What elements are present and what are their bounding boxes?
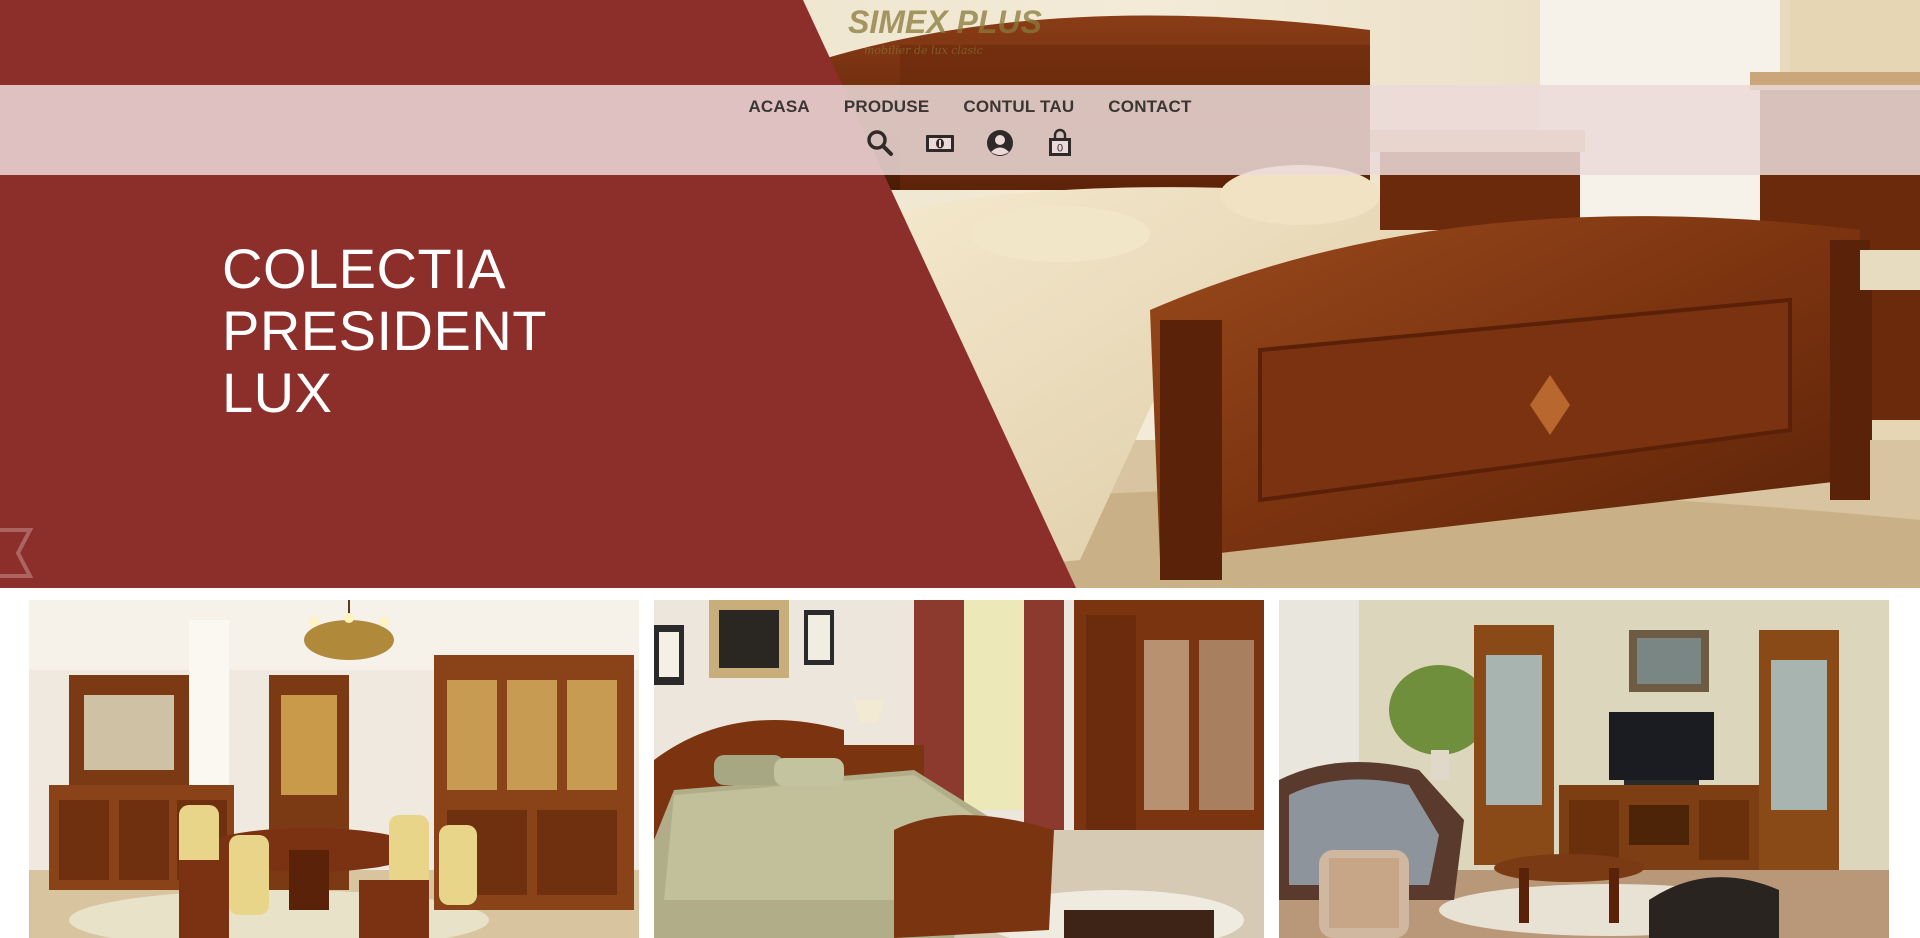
- nav-link-contul-tau[interactable]: CONTUL TAU: [963, 97, 1074, 117]
- hero-banner: SIMEX PLUS mobilier de lux clasic ACASA …: [0, 0, 1920, 588]
- brand-tagline: mobilier de lux clasic: [864, 44, 983, 57]
- tile-living-room[interactable]: [1279, 600, 1889, 938]
- nav-icons: 0: [0, 127, 1920, 159]
- nav-link-acasa[interactable]: ACASA: [748, 97, 809, 117]
- main-navbar: ACASA PRODUSE CONTUL TAU CONTACT 0: [0, 85, 1920, 175]
- cart-count: 0: [1057, 143, 1063, 155]
- hero-title: COLECTIA PRESIDENT LUX: [222, 238, 547, 424]
- currency-icon[interactable]: [924, 127, 956, 159]
- shopping-bag-icon[interactable]: 0: [1044, 127, 1076, 159]
- hero-title-line: LUX: [222, 361, 333, 424]
- dining-room-image: [29, 600, 639, 938]
- search-icon[interactable]: [864, 127, 896, 159]
- hero-title-line: PRESIDENT: [222, 299, 547, 362]
- bedroom-image: [654, 600, 1264, 938]
- tile-dining-room[interactable]: [29, 600, 639, 938]
- slider-prev-arrow-icon[interactable]: [0, 528, 34, 578]
- nav-link-contact[interactable]: CONTACT: [1108, 97, 1191, 117]
- brand-logo[interactable]: SIMEX PLUS mobilier de lux clasic: [848, 4, 1088, 62]
- nav-links: ACASA PRODUSE CONTUL TAU CONTACT: [0, 97, 1920, 117]
- user-account-icon[interactable]: [984, 127, 1016, 159]
- living-room-image: [1279, 600, 1889, 938]
- collection-tiles: [29, 600, 1890, 938]
- nav-link-produse[interactable]: PRODUSE: [844, 97, 929, 117]
- hero-title-line: COLECTIA: [222, 237, 507, 300]
- brand-name: SIMEX PLUS: [848, 4, 1042, 40]
- tile-bedroom[interactable]: [654, 600, 1264, 938]
